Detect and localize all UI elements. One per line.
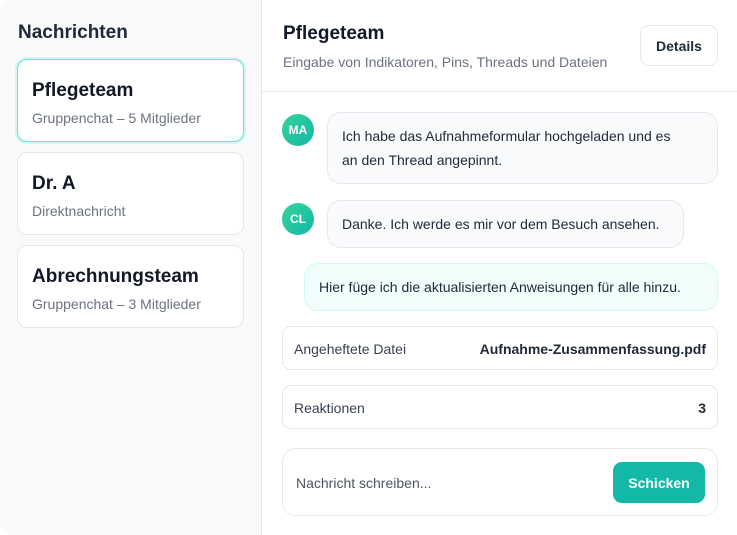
sidebar-title: Nachrichten — [18, 22, 128, 43]
conversation-name: Pflegeteam — [32, 80, 134, 101]
avatar: CL — [282, 203, 314, 235]
reactions-row[interactable]: Reaktionen 3 — [282, 385, 718, 429]
chat-title: Pflegeteam — [283, 23, 385, 44]
message-bubble: Danke. Ich werde es mir vor dem Besuch a… — [327, 200, 684, 248]
reactions-label: Reaktionen — [294, 400, 365, 416]
own-message-bubble: Hier füge ich die aktualisierten Anweisu… — [304, 263, 718, 311]
message-line: Danke. Ich werde es mir vor dem Besuch a… — [342, 216, 660, 232]
conversation-item-dr-a[interactable]: Dr. A Direktnachricht — [17, 152, 244, 235]
reactions-count: 3 — [698, 400, 706, 416]
conversation-name: Dr. A — [32, 173, 76, 194]
message-input[interactable] — [296, 471, 596, 495]
conversation-sidebar: Nachrichten Pflegeteam Gruppenchat – 5 M… — [0, 0, 262, 535]
messenger-window: Nachrichten Pflegeteam Gruppenchat – 5 M… — [0, 0, 737, 535]
pinned-file-label: Angeheftete Datei — [294, 341, 407, 357]
conversation-subtitle: Gruppenchat – 5 Mitglieder — [32, 110, 201, 126]
message-composer: Schicken — [282, 448, 718, 516]
chat-panel: Pflegeteam Eingabe von Indikatoren, Pins… — [262, 0, 737, 535]
message-bubble: Ich habe das Aufnahmeformular hochgelade… — [327, 112, 718, 184]
message-line: an den Thread angepinnt. — [342, 152, 503, 168]
send-button[interactable]: Schicken — [613, 462, 705, 503]
conversation-item-pflegeteam[interactable]: Pflegeteam Gruppenchat – 5 Mitglieder — [17, 59, 244, 142]
conversation-subtitle: Direktnachricht — [32, 203, 126, 219]
pinned-file-name: Aufnahme-Zusammenfassung.pdf — [479, 341, 706, 357]
avatar: MA — [282, 114, 314, 146]
conversation-item-abrechnungsteam[interactable]: Abrechnungsteam Gruppenchat – 3 Mitglied… — [17, 245, 244, 328]
message-line: Hier füge ich die aktualisierten Anweisu… — [319, 279, 681, 295]
message-line: Ich habe das Aufnahmeformular hochgelade… — [342, 128, 671, 144]
pinned-file-row[interactable]: Angeheftete Datei Aufnahme-Zusammenfassu… — [282, 326, 718, 370]
conversation-subtitle: Gruppenchat – 3 Mitglieder — [32, 296, 201, 312]
chat-subtitle: Eingabe von Indikatoren, Pins, Threads u… — [283, 54, 608, 70]
conversation-name: Abrechnungsteam — [32, 266, 199, 287]
details-button[interactable]: Details — [640, 25, 718, 66]
chat-header: Pflegeteam Eingabe von Indikatoren, Pins… — [262, 0, 737, 92]
